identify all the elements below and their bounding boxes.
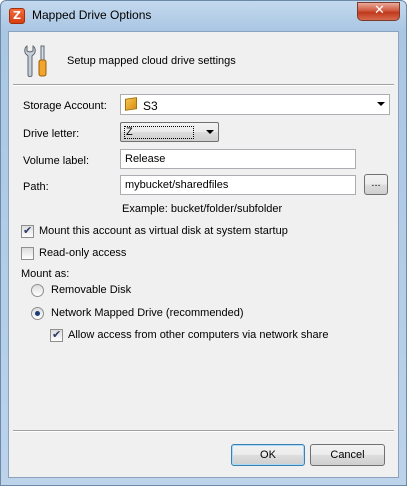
ok-button[interactable]: OK — [231, 444, 305, 466]
drive-letter-focus: Z — [124, 126, 194, 139]
volume-label-label: Volume label: — [23, 155, 90, 167]
chevron-down-icon[interactable] — [206, 130, 214, 134]
removable-disk-label[interactable]: Removable Disk — [51, 284, 131, 296]
mount-as-label: Mount as: — [21, 268, 70, 280]
title-bar[interactable]: Mapped Drive Options ✕ — [1, 1, 406, 31]
app-logo-icon — [9, 8, 25, 24]
volume-label-input[interactable]: Release — [120, 149, 356, 169]
network-drive-label[interactable]: Network Mapped Drive (recommended) — [51, 307, 244, 319]
drive-letter-value: Z — [126, 126, 133, 138]
storage-account-value: S3 — [143, 99, 158, 113]
mount-startup-checkbox[interactable] — [21, 224, 34, 238]
cancel-button[interactable]: Cancel — [310, 444, 385, 466]
dialog-window: Mapped Drive Options ✕ Setup mapped clou… — [0, 0, 407, 486]
dialog-client-area: Setup mapped cloud drive settings Storag… — [8, 31, 399, 478]
window-title: Mapped Drive Options — [32, 8, 152, 22]
drive-letter-label: Drive letter: — [23, 128, 80, 140]
path-example-text: Example: bucket/folder/subfolder — [122, 203, 283, 215]
header-text: Setup mapped cloud drive settings — [67, 55, 236, 67]
mount-startup-label[interactable]: Mount this account as virtual disk at sy… — [39, 225, 288, 237]
chevron-down-icon[interactable] — [377, 102, 385, 106]
header-divider — [13, 84, 394, 86]
drive-letter-combo[interactable]: Z — [120, 122, 219, 142]
path-input[interactable]: mybucket/sharedfiles — [120, 175, 356, 195]
network-drive-radio[interactable] — [31, 307, 44, 320]
storage-account-combo[interactable]: S3 — [120, 94, 390, 115]
network-share-label[interactable]: Allow access from other computers via ne… — [68, 329, 328, 341]
read-only-checkbox[interactable] — [21, 247, 34, 260]
s3-bucket-icon — [125, 97, 137, 111]
close-icon: ✕ — [374, 3, 385, 18]
read-only-label[interactable]: Read-only access — [39, 247, 126, 259]
tools-icon — [24, 45, 47, 77]
close-button[interactable]: ✕ — [357, 2, 400, 21]
network-share-checkbox[interactable] — [50, 328, 63, 342]
path-label: Path: — [23, 181, 49, 193]
removable-disk-radio[interactable] — [31, 284, 44, 297]
storage-account-label: Storage Account: — [23, 100, 107, 112]
footer-divider — [13, 430, 394, 432]
browse-button[interactable]: ... — [364, 174, 388, 195]
